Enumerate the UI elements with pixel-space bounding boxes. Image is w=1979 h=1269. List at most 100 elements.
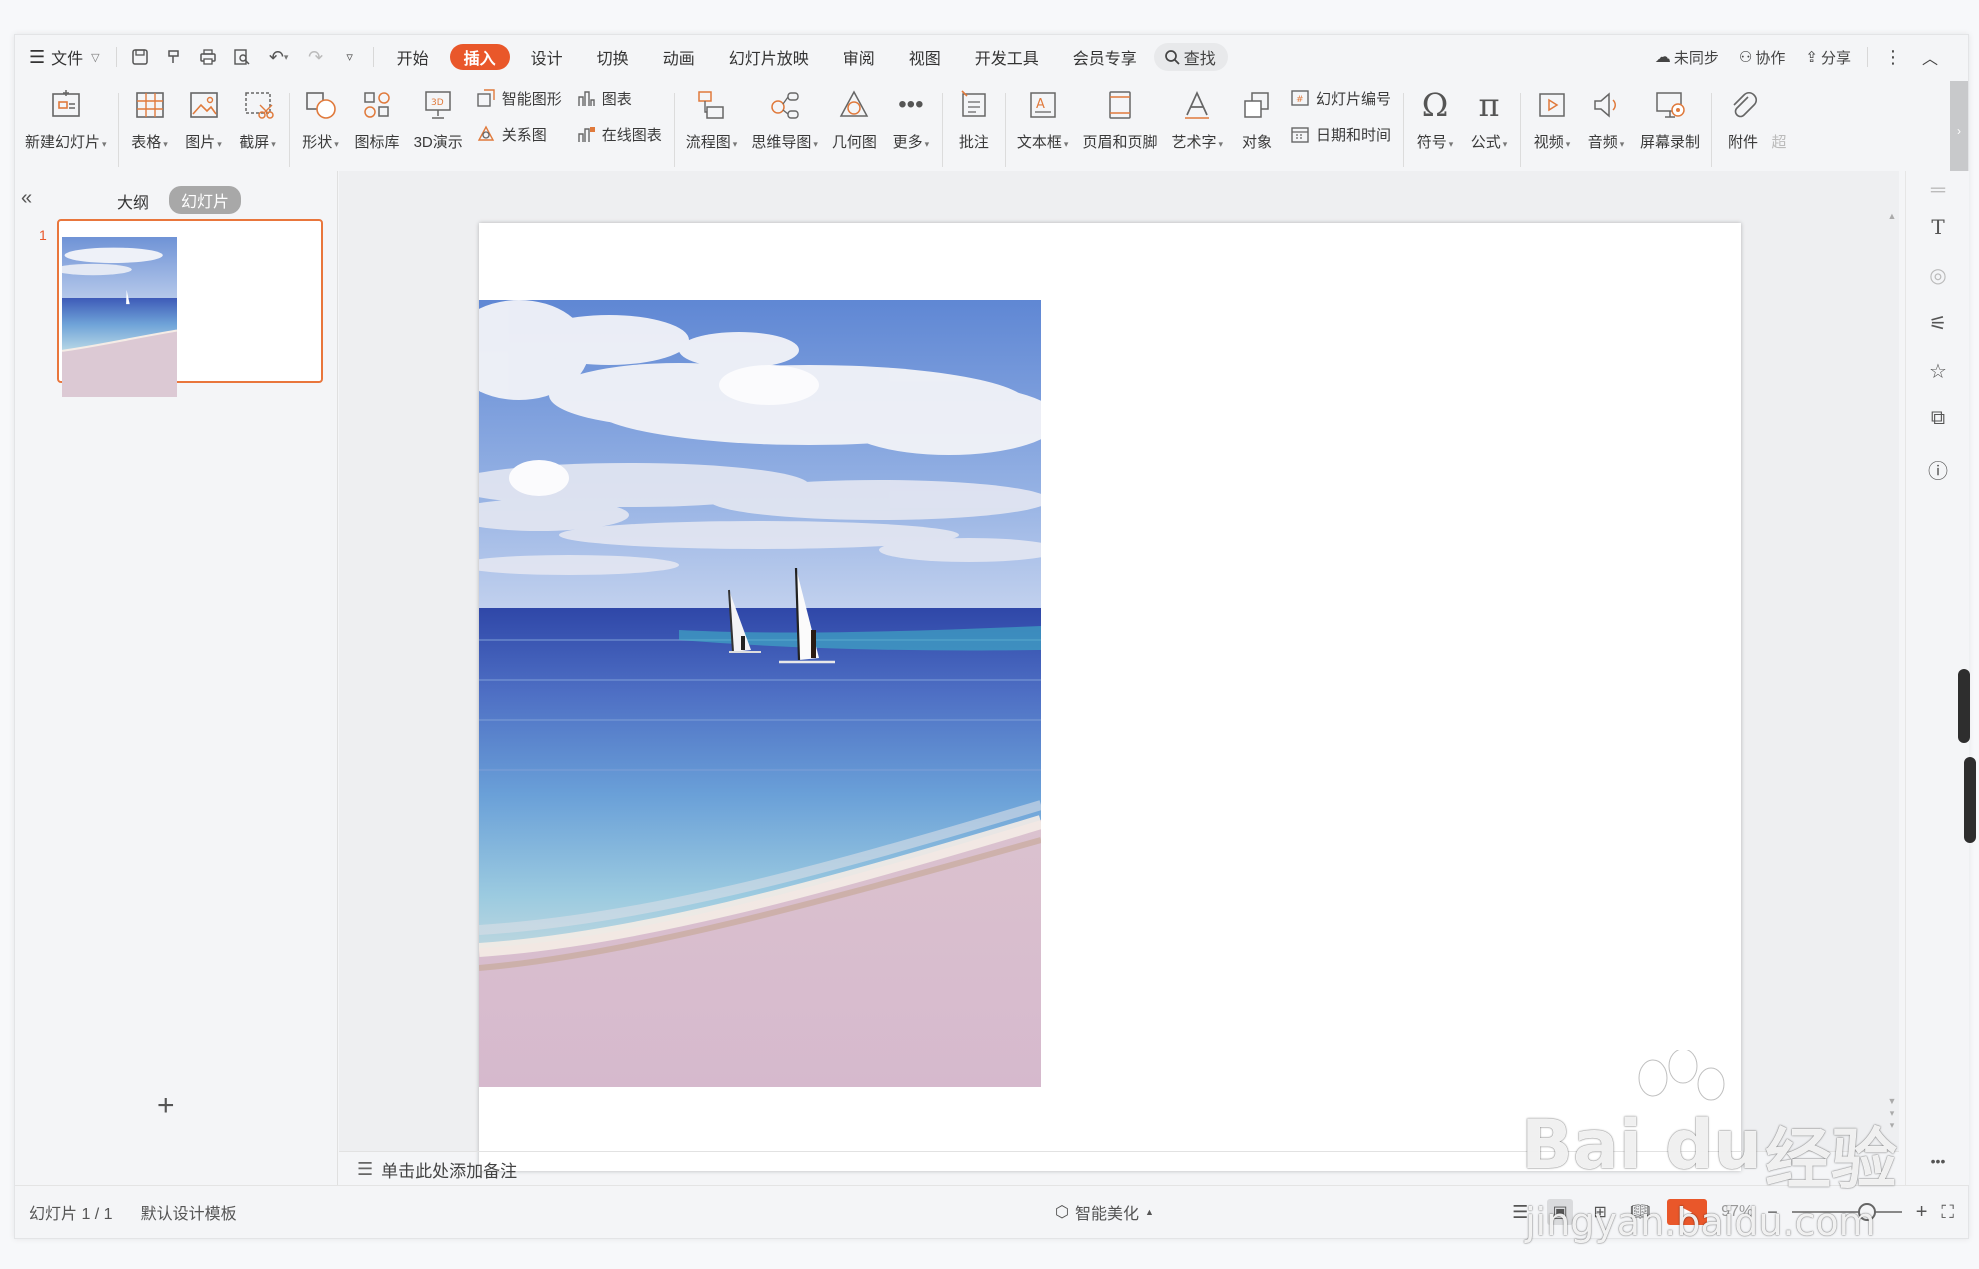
truncated-button[interactable]: 超 [1770, 81, 1788, 152]
print-preview-button[interactable] [225, 42, 259, 72]
zoom-in-icon[interactable]: + [1916, 1201, 1928, 1224]
flowchart-button[interactable]: 流程图 ▾ [679, 81, 745, 152]
more-horizontal-icon[interactable]: ••• [1926, 1153, 1950, 1177]
scroll-up-icon[interactable]: ▲ [1885, 211, 1899, 221]
beach-windsurf-image[interactable] [479, 300, 1041, 1087]
tab-design[interactable]: 设计 [514, 42, 580, 72]
video-button[interactable]: 视频 ▾ [1525, 81, 1579, 152]
lightbulb-icon[interactable]: ◎ [1926, 263, 1950, 287]
adjust-icon[interactable]: ⚟ [1926, 311, 1950, 335]
tab-developer[interactable]: 开发工具 [958, 42, 1056, 72]
book-icon: 📖︎ [1630, 1204, 1651, 1221]
relation-chart-button[interactable]: 关系图 [476, 123, 562, 145]
notes-view-button[interactable]: ☰ [1507, 1199, 1533, 1225]
undo-button[interactable]: ↶ ▾ [259, 42, 299, 72]
save-button[interactable] [123, 42, 157, 72]
tab-slideshow[interactable]: 幻灯片放映 [712, 42, 826, 72]
notes-area[interactable]: ☰ 单击此处添加备注 [339, 1151, 1899, 1186]
new-slide-button[interactable]: 新建幻灯片 ▾ [15, 81, 114, 152]
divider [1711, 93, 1713, 167]
canvas-scrollbar[interactable]: ▲ ▼ ▾ ▾ [1885, 211, 1899, 1151]
picture-icon [184, 85, 224, 125]
side-drag-handle[interactable] [1958, 669, 1970, 743]
redo-button[interactable]: ↷ [299, 42, 333, 72]
chart-button[interactable]: 图表 [576, 87, 662, 109]
symbol-button[interactable]: Ω 符号 ▾ [1408, 81, 1462, 152]
collapse-ribbon-button[interactable]: ︿ [1912, 42, 1948, 72]
slide-1[interactable] [479, 223, 1741, 1171]
fit-window-icon[interactable]: ⛶ [1941, 1202, 1954, 1223]
undo-icon: ↶ [268, 46, 284, 67]
table-button[interactable]: 表格 ▾ [123, 81, 177, 152]
smart-art-button[interactable]: 智能图形 [476, 87, 562, 109]
picture-button[interactable]: 图片 ▾ [177, 81, 231, 152]
tab-slides[interactable]: 幻灯片 [169, 186, 242, 214]
tab-review[interactable]: 审阅 [826, 42, 892, 72]
3d-demo-button[interactable]: 3D 3D演示 [407, 81, 470, 152]
transition-icon[interactable]: ⧉ [1926, 407, 1950, 431]
header-footer-button[interactable]: 页眉和页脚 [1075, 81, 1164, 152]
zoom-slider[interactable] [1791, 1203, 1902, 1221]
collapse-panel-icon[interactable]: « [21, 187, 32, 210]
more-options-button[interactable]: ⋮ [1874, 42, 1912, 72]
screenshot-button[interactable]: 截屏 ▾ [231, 81, 285, 152]
geometry-button[interactable]: 几何图 [825, 81, 884, 152]
collaborate-button[interactable]: ⚇ 协作 [1729, 42, 1795, 72]
add-slide-button[interactable]: + [157, 1091, 175, 1121]
object-button[interactable]: 对象 [1230, 81, 1284, 152]
star-icon[interactable]: ☆ [1926, 359, 1950, 383]
online-chart-button[interactable]: 在线图表 [576, 123, 662, 145]
sync-status-button[interactable]: ☁ 未同步 [1645, 42, 1729, 72]
wordart-button[interactable]: 艺术字 ▾ [1164, 81, 1230, 152]
comment-button[interactable]: 批注 [947, 81, 1001, 152]
help-icon[interactable]: ⓘ [1926, 455, 1950, 483]
header-footer-label: 页眉和页脚 [1082, 134, 1158, 151]
flowchart-label: 流程图 [685, 134, 731, 151]
file-menu[interactable]: ☰ 文件 ▽ [15, 42, 110, 72]
customize-toolbar-button[interactable]: ▿ [333, 42, 367, 72]
icon-library-label: 图标库 [354, 134, 400, 151]
formula-button[interactable]: π 公式 ▾ [1462, 81, 1516, 152]
side-drag-handle[interactable] [1964, 757, 1976, 843]
tab-view[interactable]: 视图 [892, 42, 958, 72]
textbox-button[interactable]: A 文本框 ▾ [1010, 81, 1076, 152]
template-name[interactable]: 默认设计模板 [141, 1200, 237, 1224]
tab-member[interactable]: 会员专享 [1056, 42, 1154, 72]
sorter-view-button[interactable]: ⊞ [1587, 1199, 1613, 1225]
attachment-label: 附件 [1728, 134, 1759, 151]
tab-home[interactable]: 开始 [380, 42, 446, 72]
screen-record-button[interactable]: 屏幕录制 [1633, 81, 1707, 152]
audio-button[interactable]: 音频 ▾ [1579, 81, 1633, 152]
scroll-down-icon[interactable]: ▼ ▾ ▾ [1885, 1095, 1899, 1131]
zoom-out-icon[interactable]: − [1767, 1202, 1778, 1223]
print-button[interactable] [191, 42, 225, 72]
normal-view-button[interactable]: ▣ [1547, 1199, 1574, 1225]
mindmap-button[interactable]: 思维导图 ▾ [744, 81, 825, 152]
tab-transitions[interactable]: 切换 [580, 42, 646, 72]
right-sidebar: ═ T ◎ ⚟ ☆ ⧉ ⓘ ••• [1905, 171, 1976, 1185]
share-button[interactable]: ⇪ 分享 [1795, 42, 1861, 72]
icon-library-button[interactable]: 图标库 [348, 81, 407, 152]
grid-icon: ⊞ [1593, 1204, 1607, 1221]
smart-beautify-button[interactable]: ⬡ 智能美化 ▲ [1055, 1200, 1154, 1224]
search-button[interactable]: 查找 [1153, 43, 1228, 71]
tab-insert[interactable]: 插入 [449, 44, 510, 70]
shape-button[interactable]: 形状 ▾ [294, 81, 348, 152]
table-label: 表格 [131, 134, 162, 151]
drag-handle-icon[interactable]: ═ [1926, 179, 1950, 203]
format-painter-button[interactable] [157, 42, 191, 72]
text-style-icon[interactable]: T [1926, 215, 1950, 239]
collab-label: 协作 [1755, 49, 1786, 67]
tab-outline[interactable]: 大纲 [117, 189, 149, 213]
slide-thumbnail[interactable] [57, 219, 323, 397]
more-button[interactable]: ••• 更多 ▾ [884, 81, 938, 152]
reading-view-button[interactable]: 📖︎ [1627, 1199, 1653, 1225]
zoom-level[interactable]: 97% [1721, 1203, 1753, 1221]
ribbon-scroll-right-button[interactable]: › [1950, 81, 1968, 181]
slideshow-button[interactable]: ▶ [1667, 1199, 1708, 1225]
tab-animations[interactable]: 动画 [646, 42, 712, 72]
zoom-slider-knob[interactable] [1857, 1203, 1876, 1221]
datetime-button[interactable]: 日期和时间 [1290, 123, 1391, 145]
slide-number-button[interactable]: # 幻灯片编号 [1290, 87, 1391, 109]
attachment-button[interactable]: 附件 [1716, 81, 1770, 152]
